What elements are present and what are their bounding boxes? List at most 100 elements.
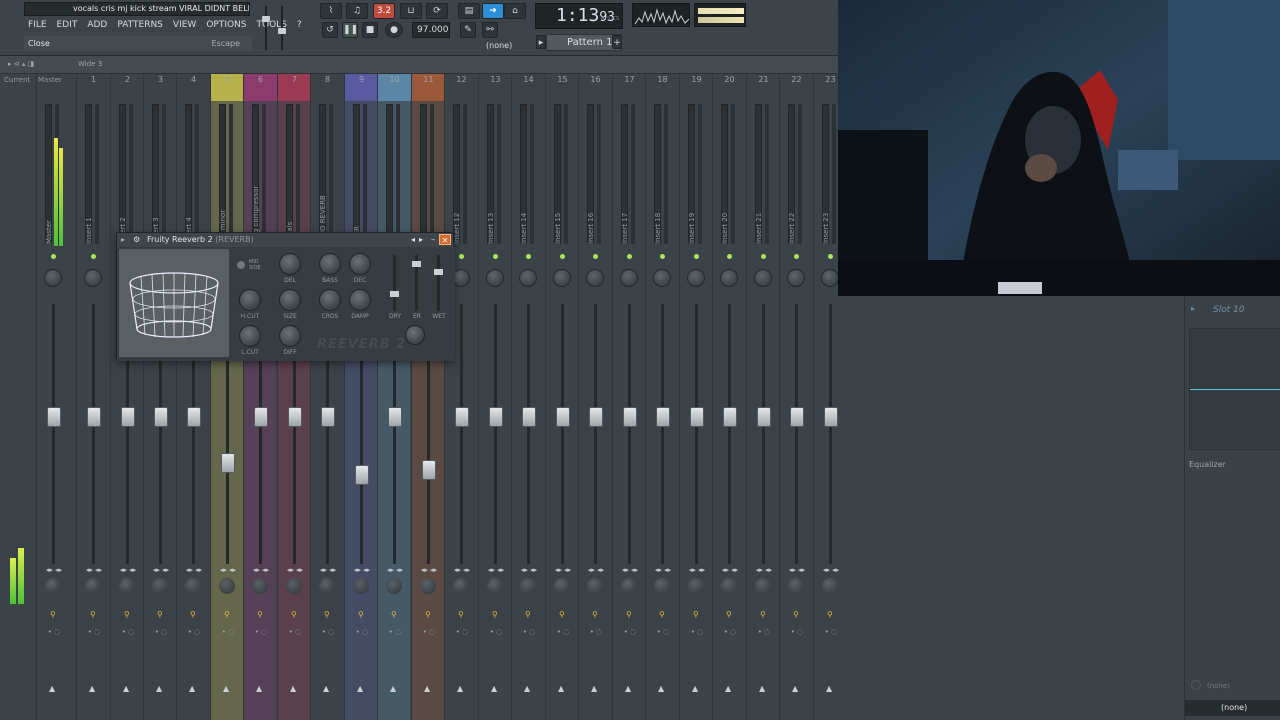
track-send-arrow-icon[interactable]: ▲ [591,684,597,693]
menu-file[interactable]: FILE [28,18,47,32]
track-route-dots[interactable]: • ◌ [246,628,276,636]
plugin-header[interactable]: ▸ ⚙ Fruity Reeverb 2 (REVERB) ◂ ▸ – ✕ [117,233,453,247]
track-route-dots[interactable]: • ◌ [179,628,209,636]
track-stereo-knob[interactable] [219,578,235,594]
track-send-arrow-icon[interactable]: ▲ [658,684,664,693]
track-swap-arrows-icon[interactable]: ◂▸ ◂▸ [717,566,743,574]
track-volume-fader[interactable] [623,407,637,428]
snap-button[interactable]: 3.2 [373,3,395,19]
menu-patterns[interactable]: PATTERNS [117,18,163,32]
track-swap-arrows-icon[interactable]: ◂▸ ◂▸ [382,566,408,574]
track-swap-arrows-icon[interactable]: ◂▸ ◂▸ [818,566,844,574]
track-send-arrow-icon[interactable]: ▲ [759,684,765,693]
mixer-track[interactable]: 15 Insert 15 ◂▸ ◂▸ ⚲ • ◌ ▲ [545,74,578,720]
mixer-track[interactable]: 16 Insert 16 ◂▸ ◂▸ ⚲ • ◌ ▲ [578,74,611,720]
track-send-arrow-icon[interactable]: ▲ [89,684,95,693]
track-volume-fader[interactable] [221,452,235,473]
high-cut-knob[interactable] [239,289,261,311]
menu-add[interactable]: ADD [87,18,107,32]
track-send-arrow-icon[interactable]: ▲ [357,684,363,693]
track-stereo-knob[interactable] [45,578,61,594]
mixer-track[interactable]: 19 Insert 19 ◂▸ ◂▸ ⚲ • ◌ ▲ [679,74,712,720]
track-name[interactable]: Insert 20 [721,174,729,244]
track-stereo-knob[interactable] [85,578,101,594]
track-volume-fader[interactable] [121,407,135,428]
track-pan-knob[interactable] [754,269,772,287]
track-name[interactable]: Insert 23 [822,174,830,244]
track-fx-icon[interactable]: ⚲ [693,610,700,619]
track-volume-fader[interactable] [321,407,335,428]
track-swap-arrows-icon[interactable]: ◂▸ ◂▸ [650,566,676,574]
menu-options[interactable]: OPTIONS [206,18,246,32]
track-enable-led[interactable] [727,254,732,259]
track-name[interactable]: Insert 15 [554,174,562,244]
track-enable-led[interactable] [627,254,632,259]
track-route-dots[interactable]: • ◌ [682,628,712,636]
track-pan-knob[interactable] [486,269,504,287]
track-stereo-knob[interactable] [721,578,737,594]
track-route-dots[interactable]: • ◌ [581,628,611,636]
track-volume-fader[interactable] [656,407,670,428]
track-route-dots[interactable]: • ◌ [347,628,377,636]
track-enable-led[interactable] [526,254,531,259]
track-send-arrow-icon[interactable]: ▲ [692,684,698,693]
track-fx-icon[interactable]: ⚲ [124,610,131,619]
record-button[interactable]: ● [385,22,403,38]
track-name[interactable]: Insert 18 [654,174,662,244]
track-send-arrow-icon[interactable]: ▲ [558,684,564,693]
mixer-track[interactable]: 21 Insert 21 ◂▸ ◂▸ ⚲ • ◌ ▲ [746,74,779,720]
track-stereo-knob[interactable] [152,578,168,594]
mixer-track[interactable]: 18 Insert 18 ◂▸ ◂▸ ⚲ • ◌ ▲ [645,74,678,720]
track-swap-arrows-icon[interactable]: ◂▸ ◂▸ [349,566,375,574]
track-fx-icon[interactable]: ⚲ [659,610,666,619]
track-fx-icon[interactable]: ⚲ [190,610,197,619]
track-name[interactable]: Insert 21 [755,174,763,244]
track-name[interactable]: Insert 17 [621,174,629,244]
track-stereo-knob[interactable] [554,578,570,594]
pat-song-toggle-icon[interactable]: ⌇ [320,3,342,19]
plugin-menu-arrow-icon[interactable]: ▸ [121,233,125,247]
track-pan-knob[interactable] [620,269,638,287]
track-stereo-knob[interactable] [520,578,536,594]
plugin-minimize-icon[interactable]: – [431,233,435,247]
plugin-close-button[interactable]: ✕ [439,234,451,245]
track-pan-knob[interactable] [44,269,62,287]
track-volume-fader[interactable] [355,464,369,485]
stereo-knob[interactable] [405,325,425,345]
wet-slider[interactable] [434,255,443,311]
track-volume-fader[interactable] [723,407,737,428]
plugin-prev-icon[interactable]: ◂ [411,233,415,247]
track-fx-icon[interactable]: ⚲ [726,610,733,619]
track-pan-knob[interactable] [653,269,671,287]
track-fx-icon[interactable]: ⚲ [492,610,499,619]
track-name[interactable]: Insert 13 [487,174,495,244]
stop-button[interactable]: ■ [362,22,378,38]
track-stereo-knob[interactable] [788,578,804,594]
mixer-track[interactable]: 17 Insert 17 ◂▸ ◂▸ ⚲ • ◌ ▲ [612,74,645,720]
track-swap-arrows-icon[interactable]: ◂▸ ◂▸ [115,566,141,574]
track-name[interactable]: Insert 19 [688,174,696,244]
track-route-dots[interactable]: • ◌ [548,628,578,636]
track-volume-fader[interactable] [254,407,268,428]
loop-record-icon[interactable]: ⟳ [426,3,448,19]
track-send-arrow-icon[interactable]: ▲ [390,684,396,693]
mid-side-toggle[interactable] [237,261,245,269]
track-stereo-knob[interactable] [822,578,838,594]
track-volume-fader[interactable] [455,407,469,428]
track-fx-icon[interactable]: ⚲ [827,610,834,619]
mixer-track[interactable]: 5m f minor ◂▸ ◂▸ ⚲ • ◌ ▲ [210,74,244,720]
mixer-layout-label[interactable]: Wide 3 [78,60,102,68]
track-send-arrow-icon[interactable]: ▲ [424,684,430,693]
pattern-play-icon[interactable]: ▸ [536,35,546,49]
track-fx-icon[interactable]: ⚲ [760,610,767,619]
track-swap-arrows-icon[interactable]: ◂▸ ◂▸ [282,566,308,574]
track-swap-arrows-icon[interactable]: ◂▸ ◂▸ [41,566,67,574]
mixer-track[interactable]: 20 Insert 20 ◂▸ ◂▸ ⚲ • ◌ ▲ [712,74,745,720]
track-stereo-knob[interactable] [319,578,335,594]
track-fx-icon[interactable]: ⚲ [793,610,800,619]
plugin-settings-icon[interactable]: ⚙ [133,233,140,247]
track-enable-led[interactable] [794,254,799,259]
track-stereo-knob[interactable] [119,578,135,594]
track-route-dots[interactable]: • ◌ [380,628,410,636]
plugin-window[interactable]: ▸ ⚙ Fruity Reeverb 2 (REVERB) ◂ ▸ – ✕ MI… [116,232,455,361]
